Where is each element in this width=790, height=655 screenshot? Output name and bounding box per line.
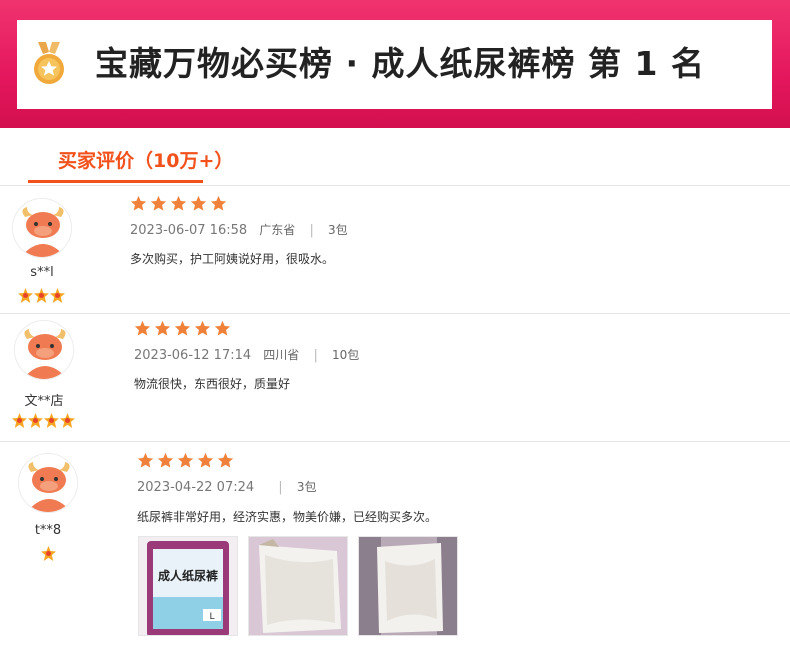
star-icon	[174, 320, 191, 336]
ranking-banner-box[interactable]: 宝藏万物必买榜 · 成人纸尿裤榜 第 1 名	[17, 20, 772, 109]
star-icon	[134, 320, 151, 336]
crown-badge-icon	[44, 413, 59, 428]
purchase-quantity: 10包	[331, 348, 360, 362]
meta-separator: |	[278, 480, 283, 495]
avatar[interactable]	[14, 320, 74, 380]
crown-badge-icon	[12, 413, 27, 428]
review-text: 纸尿裤非常好用，经济实惠，物美价嫌，已经购买多次。	[137, 510, 438, 524]
review-date: 2023-06-12 17:14	[134, 348, 252, 363]
package-label: 成人纸尿裤	[158, 568, 218, 583]
star-icon	[210, 195, 227, 211]
star-icon	[130, 195, 147, 211]
diaper-package-photo: 成人纸尿裤 L	[139, 537, 237, 635]
ranking-banner: 宝藏万物必买榜 · 成人纸尿裤榜 第 1 名	[0, 0, 790, 128]
medal-icon	[34, 42, 64, 84]
username: t**8	[34, 523, 62, 538]
star-icon	[154, 320, 171, 336]
crown-badge-icon	[50, 288, 65, 303]
tab-buyer-reviews[interactable]: 买家评价（10万+）	[58, 146, 233, 173]
star-rating	[130, 195, 227, 212]
user-level-badges	[41, 546, 56, 561]
crown-badge-icon	[41, 546, 56, 561]
bull-mascot-icon	[15, 321, 73, 379]
crown-badge-icon	[34, 288, 49, 303]
diaper-photo	[359, 537, 457, 635]
star-icon	[217, 452, 234, 468]
review-date: 2023-04-22 07:24	[137, 480, 255, 495]
avatar[interactable]	[12, 198, 72, 258]
purchase-quantity: 3包	[327, 223, 348, 237]
star-icon	[194, 320, 211, 336]
star-icon	[157, 452, 174, 468]
review-text: 多次购买，护工阿姨说好用，很吸水。	[130, 252, 335, 266]
review-photo-thumbnail[interactable]	[358, 536, 458, 636]
review-location: 广东省	[259, 223, 296, 237]
review-text: 物流很快，东西很好，质量好	[134, 377, 291, 391]
review-meta: 2023-06-07 16:58 广东省 | 3包	[130, 221, 348, 238]
crown-badge-icon	[28, 413, 43, 428]
review-divider	[0, 441, 790, 442]
username: 文**店	[24, 394, 64, 409]
star-icon	[214, 320, 231, 336]
crown-badge-icon	[60, 413, 75, 428]
review-photo-thumbnail[interactable]: 成人纸尿裤 L	[138, 536, 238, 636]
star-icon	[197, 452, 214, 468]
avatar[interactable]	[18, 453, 78, 513]
star-icon	[170, 195, 187, 211]
banner-title: 宝藏万物必买榜 · 成人纸尿裤榜 第 1 名	[95, 44, 705, 83]
star-rating	[134, 320, 231, 337]
star-icon	[190, 195, 207, 211]
purchase-quantity: 3包	[296, 480, 317, 494]
bull-mascot-icon	[19, 454, 77, 512]
bull-mascot-icon	[13, 199, 71, 257]
crown-badge-icon	[18, 288, 33, 303]
username: s**l	[30, 265, 54, 280]
diaper-photo	[249, 537, 347, 635]
meta-separator: |	[309, 223, 314, 238]
review-location: 四川省	[263, 348, 300, 362]
package-size-tag: L	[209, 612, 214, 622]
user-level-badges	[12, 413, 75, 428]
tab-bar: 买家评价（10万+）	[0, 128, 790, 186]
tab-active-indicator	[28, 180, 203, 183]
review-divider	[0, 313, 790, 314]
review-photos: 成人纸尿裤 L	[138, 536, 458, 636]
user-level-badges	[18, 288, 65, 303]
star-icon	[150, 195, 167, 211]
review-meta: 2023-04-22 07:24 | 3包	[137, 478, 316, 495]
review-photo-thumbnail[interactable]	[248, 536, 348, 636]
star-icon	[177, 452, 194, 468]
star-rating	[137, 452, 234, 469]
review-date: 2023-06-07 16:58	[130, 223, 248, 238]
review-meta: 2023-06-12 17:14 四川省 | 10包	[134, 346, 359, 363]
star-icon	[137, 452, 154, 468]
meta-separator: |	[313, 348, 318, 363]
